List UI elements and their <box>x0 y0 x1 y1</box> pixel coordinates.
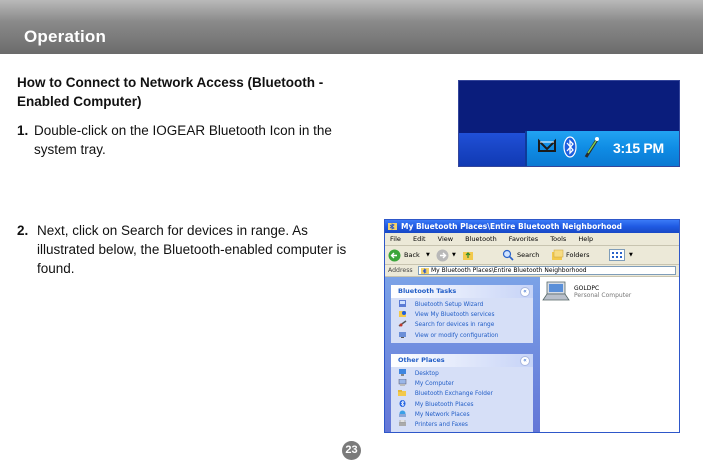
address-value: My Bluetooth Places\Entire Bluetooth Nei… <box>431 267 587 274</box>
step-1-number: 1. <box>17 123 29 138</box>
system-tray-screenshot: 3:15 PM <box>458 80 680 167</box>
task-search-devices[interactable]: Search for devices in range <box>398 320 533 330</box>
bluetooth-icon[interactable] <box>563 136 577 158</box>
page-number: 23 <box>342 441 361 460</box>
back-arrow-icon[interactable] <box>388 249 401 262</box>
menu-file[interactable]: File <box>385 233 406 246</box>
step-1: 1. Double-click on the IOGEAR Bluetooth … <box>17 121 362 159</box>
tray-clock: 3:15 PM <box>613 140 664 156</box>
place-exchange-folder[interactable]: Bluetooth Exchange Folder <box>398 389 533 399</box>
other-places-header[interactable]: Other Places « <box>391 354 533 367</box>
menu-favorites[interactable]: Favorites <box>504 233 543 246</box>
printer-icon <box>399 419 406 426</box>
device-type: Personal Computer <box>574 292 632 299</box>
window-title-bar: My Bluetooth Places\Entire Bluetooth Nei… <box>385 220 679 233</box>
bluetooth-tasks-title: Bluetooth Tasks <box>398 287 457 295</box>
address-bar: Address My Bluetooth Places\Entire Bluet… <box>385 265 679 277</box>
search-icon[interactable] <box>502 249 514 261</box>
pen-tablet-icon[interactable] <box>582 135 602 159</box>
device-item[interactable] <box>542 280 570 306</box>
task-setup-wizard[interactable]: Bluetooth Setup Wizard <box>398 300 533 310</box>
content-area: GOLDPC Personal Computer <box>540 277 679 432</box>
collapse-icon[interactable]: « <box>520 356 530 366</box>
task-view-services[interactable]: View My Bluetooth services <box>398 310 533 320</box>
bluetooth-neighborhood-window: My Bluetooth Places\Entire Bluetooth Nei… <box>384 219 680 433</box>
bluetooth-tasks-header[interactable]: Bluetooth Tasks « <box>391 285 533 298</box>
notification-area: 3:15 PM <box>525 131 679 166</box>
bluetooth-places-icon <box>421 268 429 274</box>
bluetooth-icon <box>399 399 406 407</box>
network-places-icon <box>399 410 406 417</box>
computer-icon <box>398 379 407 387</box>
place-network-places[interactable]: My Network Places <box>398 410 533 420</box>
toolbar: Back ▼ ▼ Search Folders ▼ <box>385 246 679 265</box>
menu-edit[interactable]: Edit <box>408 233 431 246</box>
menu-bluetooth[interactable]: Bluetooth <box>460 233 502 246</box>
search-button[interactable]: Search <box>517 246 539 265</box>
task-pane: Bluetooth Tasks « Bluetooth Setup Wizard… <box>385 277 540 432</box>
up-folder-icon[interactable] <box>462 249 474 261</box>
place-my-computer[interactable]: My Computer <box>398 379 533 389</box>
bluetooth-places-icon <box>388 223 397 230</box>
header-bar: Operation <box>0 0 703 54</box>
window-title: My Bluetooth Places\Entire Bluetooth Nei… <box>401 222 622 231</box>
folder-icon <box>398 390 406 397</box>
bluetooth-tasks-panel: Bluetooth Tasks « Bluetooth Setup Wizard… <box>391 285 533 343</box>
wizard-icon <box>399 300 406 307</box>
menu-view[interactable]: View <box>433 233 458 246</box>
section-heading: How to Connect to Network Access (Blueto… <box>17 75 324 109</box>
place-desktop[interactable]: Desktop <box>398 369 533 379</box>
forward-dropdown-icon[interactable]: ▼ <box>452 246 456 265</box>
laptop-icon <box>542 281 570 301</box>
network-icon[interactable] <box>537 137 559 157</box>
step-2: 2. Next, click on Search for devices in … <box>17 221 362 278</box>
folders-button[interactable]: Folders <box>566 246 589 265</box>
page-title: Operation <box>24 27 107 46</box>
desktop-icon <box>399 369 406 376</box>
menu-bar: File Edit View Bluetooth Favorites Tools… <box>385 233 679 246</box>
menu-tools[interactable]: Tools <box>545 233 571 246</box>
step-2-text: Next, click on Search for devices in ran… <box>37 223 347 276</box>
other-places-panel: Other Places « Desktop My Computer Bluet… <box>391 354 533 432</box>
place-printers-faxes[interactable]: Printers and Faxes <box>398 419 533 430</box>
step-1-text: Double-click on the IOGEAR Bluetooth Ico… <box>34 123 332 157</box>
views-dropdown-icon[interactable]: ▼ <box>629 246 633 265</box>
folders-icon[interactable] <box>551 249 564 261</box>
address-field[interactable]: My Bluetooth Places\Entire Bluetooth Nei… <box>418 266 676 275</box>
place-bluetooth-places[interactable]: My Bluetooth Places <box>398 399 533 410</box>
collapse-icon[interactable]: « <box>520 287 530 297</box>
views-icon[interactable] <box>609 249 625 261</box>
configuration-icon <box>399 331 406 338</box>
step-2-number: 2. <box>17 223 29 238</box>
forward-arrow-icon[interactable] <box>436 249 449 262</box>
task-view-configuration[interactable]: View or modify configuration <box>398 331 533 341</box>
back-button[interactable]: Back <box>404 246 420 265</box>
address-label: Address <box>388 267 413 274</box>
search-devices-icon <box>398 320 407 327</box>
services-icon <box>399 311 406 318</box>
other-places-title: Other Places <box>398 356 445 364</box>
menu-help[interactable]: Help <box>573 233 598 246</box>
back-dropdown-icon[interactable]: ▼ <box>426 246 430 265</box>
